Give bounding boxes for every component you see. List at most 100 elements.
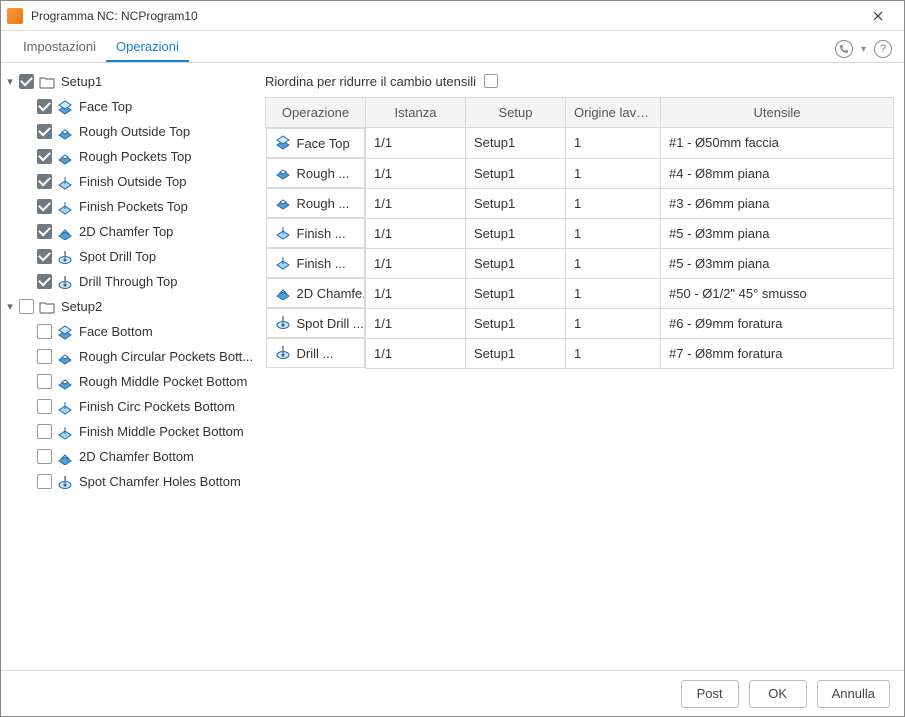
tree-checkbox[interactable]	[37, 324, 52, 339]
tree-op-row[interactable]: 2D Chamfer Top	[1, 219, 259, 244]
tree-checkbox[interactable]	[37, 349, 52, 364]
col-header-tool[interactable]: Utensile	[661, 98, 894, 128]
tree-checkbox[interactable]	[37, 449, 52, 464]
tree-op-label: Finish Middle Pocket Bottom	[79, 424, 244, 439]
tree-op-row[interactable]: Spot Drill Top	[1, 244, 259, 269]
tree-op-row[interactable]: Rough Pockets Top	[1, 144, 259, 169]
tree-checkbox[interactable]	[19, 74, 34, 89]
titlebar: Programma NC: NCProgram10	[1, 1, 904, 31]
main-panel: Riordina per ridurre il cambio utensili …	[259, 63, 904, 670]
col-header-orig[interactable]: Origine lavoro	[566, 98, 661, 128]
cell-origine: 1	[566, 218, 661, 248]
tree-op-row[interactable]: Rough Outside Top	[1, 119, 259, 144]
finish-icon	[275, 254, 291, 273]
tree-op-row[interactable]: Finish Middle Pocket Bottom	[1, 419, 259, 444]
post-button[interactable]: Post	[681, 680, 739, 708]
tree-checkbox[interactable]	[37, 99, 52, 114]
rough-icon	[275, 194, 291, 213]
cancel-button[interactable]: Annulla	[817, 680, 890, 708]
drill-icon	[57, 249, 73, 265]
cell-op: Spot Drill ...	[266, 308, 366, 338]
table-row[interactable]: 2D Chamfe...1/1Setup11#50 - Ø1/2" 45° sm…	[266, 278, 894, 308]
chamfer-icon	[275, 284, 291, 303]
cell-istanza: 1/1	[366, 338, 466, 368]
tree-op-row[interactable]: Finish Pockets Top	[1, 194, 259, 219]
chevron-down-icon[interactable]: ▾	[861, 44, 866, 55]
tree-checkbox[interactable]	[19, 299, 34, 314]
table-row[interactable]: Drill ...1/1Setup11#7 - Ø8mm foratura	[266, 338, 894, 368]
tree-checkbox[interactable]	[37, 374, 52, 389]
cell-origine: 1	[566, 308, 661, 338]
tree-checkbox[interactable]	[37, 124, 52, 139]
tree-checkbox[interactable]	[37, 174, 52, 189]
cell-utensile: #6 - Ø9mm foratura	[661, 308, 894, 338]
cell-op-label: 2D Chamfe...	[297, 286, 366, 301]
table-row[interactable]: Spot Drill ...1/1Setup11#6 - Ø9mm foratu…	[266, 308, 894, 338]
cell-istanza: 1/1	[366, 158, 466, 188]
tree-op-row[interactable]: Rough Middle Pocket Bottom	[1, 369, 259, 394]
table-row[interactable]: Rough ...1/1Setup11#4 - Ø8mm piana	[266, 158, 894, 188]
ok-button[interactable]: OK	[749, 680, 807, 708]
cell-setup: Setup1	[466, 158, 566, 188]
expand-toggle-icon[interactable]: ▾	[3, 75, 17, 88]
tab-operations[interactable]: Operazioni	[106, 32, 189, 62]
tree-op-row[interactable]: Rough Circular Pockets Bott...	[1, 344, 259, 369]
tree-op-row[interactable]: Face Bottom	[1, 319, 259, 344]
cell-utensile: #5 - Ø3mm piana	[661, 218, 894, 248]
tree-op-row[interactable]: Drill Through Top	[1, 269, 259, 294]
col-header-ist[interactable]: Istanza	[366, 98, 466, 128]
tree-checkbox[interactable]	[37, 249, 52, 264]
drill-icon	[57, 274, 73, 290]
footer: Post OK Annulla	[1, 670, 904, 716]
cell-istanza: 1/1	[366, 278, 466, 308]
cell-setup: Setup1	[466, 248, 566, 278]
tree-checkbox[interactable]	[37, 399, 52, 414]
finish-icon	[57, 424, 73, 440]
cell-origine: 1	[566, 248, 661, 278]
close-button[interactable]	[858, 2, 898, 30]
tree-setup-label: Setup1	[61, 74, 102, 89]
cell-op: Drill ...	[266, 338, 366, 368]
close-icon	[873, 11, 883, 21]
tree-op-row[interactable]: 2D Chamfer Bottom	[1, 444, 259, 469]
tree-checkbox[interactable]	[37, 424, 52, 439]
cell-istanza: 1/1	[366, 308, 466, 338]
finish-icon	[57, 399, 73, 415]
folder-icon	[39, 299, 55, 315]
tabs-row: Impostazioni Operazioni ▾ ?	[1, 31, 904, 63]
tree-checkbox[interactable]	[37, 274, 52, 289]
tree-checkbox[interactable]	[37, 149, 52, 164]
tree-setup-row[interactable]: ▾ Setup1	[1, 69, 259, 94]
tree-op-row[interactable]: Finish Outside Top	[1, 169, 259, 194]
phone-icon[interactable]	[835, 40, 853, 58]
tab-settings[interactable]: Impostazioni	[13, 32, 106, 62]
cell-op: Finish ...	[266, 218, 366, 248]
rough-icon	[57, 374, 73, 390]
cell-origine: 1	[566, 128, 661, 159]
tree-op-row[interactable]: Face Top	[1, 94, 259, 119]
col-header-setup[interactable]: Setup	[466, 98, 566, 128]
col-header-op[interactable]: Operazione	[266, 98, 366, 128]
tree-checkbox[interactable]	[37, 474, 52, 489]
table-row[interactable]: Finish ...1/1Setup11#5 - Ø3mm piana	[266, 218, 894, 248]
cell-op-label: Rough ...	[297, 166, 350, 181]
tree-setup-row[interactable]: ▾Setup2	[1, 294, 259, 319]
cell-op-label: Face Top	[297, 136, 350, 151]
cell-setup: Setup1	[466, 128, 566, 159]
tree-checkbox[interactable]	[37, 224, 52, 239]
expand-toggle-icon[interactable]: ▾	[3, 300, 17, 313]
table-row[interactable]: Face Top1/1Setup11#1 - Ø50mm faccia	[266, 128, 894, 159]
tree-op-label: Rough Pockets Top	[79, 149, 192, 164]
tree-op-row[interactable]: Spot Chamfer Holes Bottom	[1, 469, 259, 494]
folder-icon	[39, 74, 55, 90]
tree-checkbox[interactable]	[37, 199, 52, 214]
tree-op-label: Finish Pockets Top	[79, 199, 188, 214]
help-icon[interactable]: ?	[874, 40, 892, 58]
reorder-checkbox[interactable]	[484, 74, 498, 88]
tree-op-row[interactable]: Finish Circ Pockets Bottom	[1, 394, 259, 419]
face-icon	[57, 324, 73, 340]
operations-tree[interactable]: ▾ Setup1 Face TopRough Outside Top Rough Po…	[1, 63, 259, 670]
table-row[interactable]: Rough ...1/1Setup11#3 - Ø6mm piana	[266, 188, 894, 218]
table-row[interactable]: Finish ...1/1Setup11#5 - Ø3mm piana	[266, 248, 894, 278]
cell-op-label: Drill ...	[297, 346, 334, 361]
